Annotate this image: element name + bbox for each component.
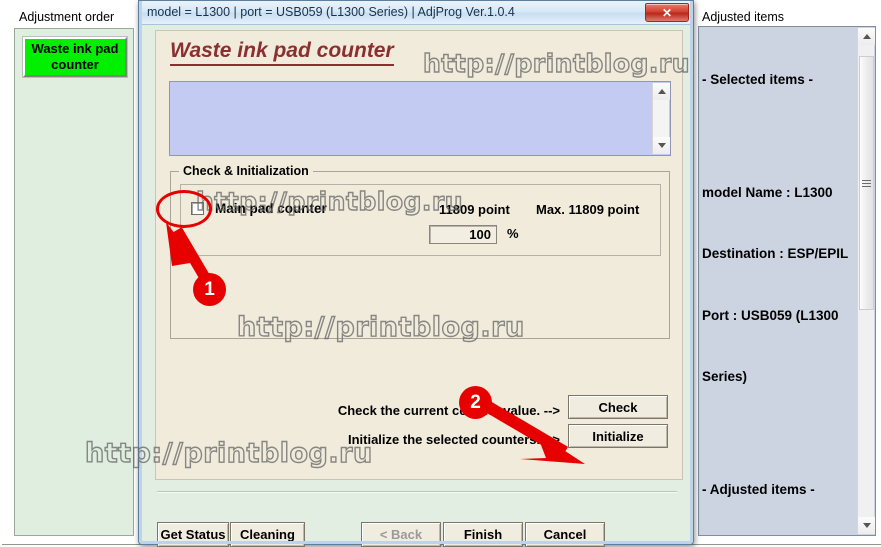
check-hint-text: Check the current counter value. --> [337, 403, 560, 418]
adjusted-items-text: - Selected items - model Name : L1300 De… [702, 29, 855, 535]
counter-row-panel: Main pad counter 11809 point Max. 11809 … [180, 184, 661, 256]
initialize-hint-text: Initialize the selected counters. --> [347, 432, 560, 447]
check-initialization-title: Check & Initialization [179, 164, 313, 178]
list-item: Destination : ESP/EPIL [702, 246, 849, 261]
annotation-badge-2: 2 [459, 386, 492, 419]
percent-unit-label: % [507, 226, 519, 241]
log-scrollbar[interactable] [652, 83, 670, 154]
footer-divider [157, 491, 677, 493]
adjustment-order-caption: Adjustment order [19, 10, 115, 24]
screenshot-root: Adjustment order Waste ink pad counter A… [0, 0, 881, 547]
check-button[interactable]: Check [568, 395, 668, 419]
list-item: Series) [702, 369, 748, 384]
close-icon[interactable]: ✕ [645, 3, 689, 22]
list-item: model Name : L1300 [702, 184, 833, 200]
content-card: Waste ink pad counter Check & Initializa… [155, 30, 683, 480]
main-pad-max-points: Max. 11809 point [536, 202, 640, 217]
adjusted-items-panel: Adjusted items - Selected items - model … [691, 2, 881, 545]
cleaning-button[interactable]: Cleaning [230, 522, 305, 547]
scroll-up-arrow-icon[interactable] [858, 28, 875, 45]
log-textarea[interactable] [169, 81, 671, 156]
main-pad-counter-label: Main pad counter [215, 201, 327, 216]
page-title: Waste ink pad counter [170, 39, 394, 66]
finish-button[interactable]: Finish [443, 522, 523, 547]
log-scroll-up-arrow-icon[interactable] [653, 83, 670, 100]
waste-ink-pad-counter-item[interactable]: Waste ink pad counter [23, 37, 127, 77]
scroll-down-arrow-icon[interactable] [858, 517, 875, 534]
waste-ink-pad-counter-dialog: model = L1300 | port = USB059 (L1300 Ser… [138, 0, 694, 547]
dialog-titlebar[interactable]: model = L1300 | port = USB059 (L1300 Ser… [139, 1, 693, 25]
annotation-circle-checkbox [156, 190, 212, 228]
scrollbar-grip-icon [862, 178, 871, 189]
main-pad-current-points: 11809 point [439, 202, 510, 217]
adjusted-items-listbox[interactable]: - Selected items - model Name : L1300 De… [698, 26, 876, 536]
annotation-badge-1: 1 [193, 273, 226, 306]
main-pad-percent-field[interactable]: 100 [429, 225, 497, 244]
list-item: - Adjusted items - [702, 481, 815, 497]
dialog-title: model = L1300 | port = USB059 (L1300 Ser… [147, 5, 515, 19]
check-initialization-group: Check & Initialization Main pad counter … [170, 164, 670, 339]
list-item: - Selected items - [702, 72, 814, 87]
cancel-button[interactable]: Cancel [525, 522, 605, 547]
adjusted-items-scrollbar[interactable] [857, 28, 875, 534]
log-scroll-down-arrow-icon[interactable] [653, 137, 670, 154]
back-button[interactable]: < Back [361, 522, 441, 547]
list-item: Port : USB059 (L1300 [702, 307, 839, 323]
get-status-button[interactable]: Get Status [157, 522, 229, 547]
adjusted-items-caption: Adjusted items [702, 10, 784, 24]
scrollbar-thumb[interactable] [859, 56, 874, 310]
initialize-button[interactable]: Initialize [568, 424, 668, 448]
adjustment-order-panel: Adjustment order Waste ink pad counter [2, 2, 145, 545]
adjustment-order-list: Waste ink pad counter [14, 28, 134, 536]
